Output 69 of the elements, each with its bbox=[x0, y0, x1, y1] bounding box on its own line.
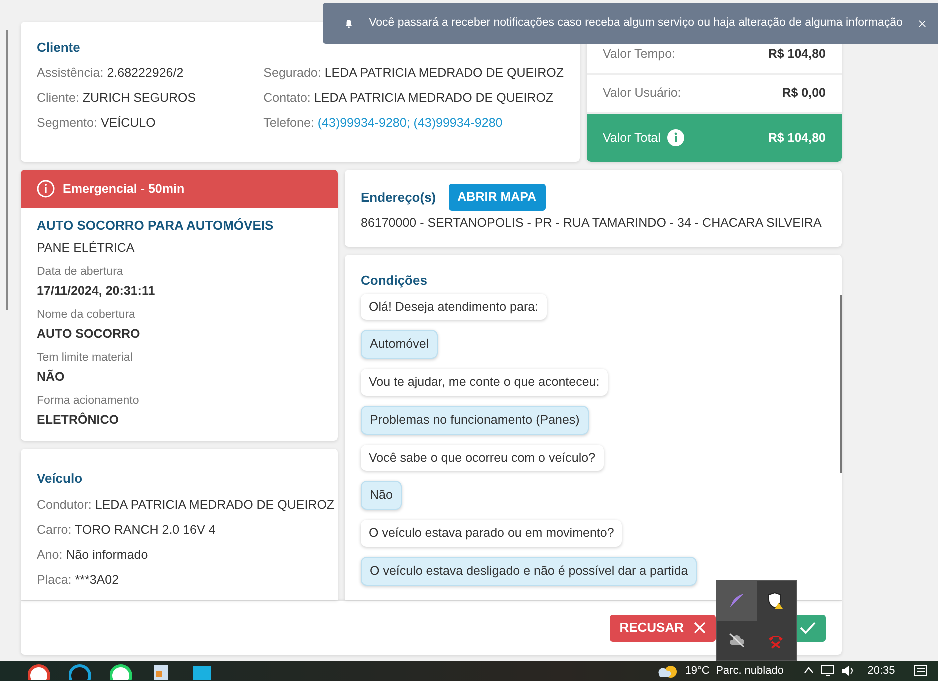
answer-bubble: Não bbox=[361, 481, 402, 510]
detail-value: 17/11/2024, 20:31:11 bbox=[37, 282, 156, 300]
field-value: VEÍCULO bbox=[100, 116, 156, 130]
amount: R$ 104,80 bbox=[768, 46, 826, 64]
section-title: Cliente bbox=[37, 39, 82, 57]
field-label: Placa: bbox=[37, 572, 72, 587]
reject-button[interactable]: RECUSAR bbox=[610, 614, 716, 642]
field-label: Segurado: bbox=[264, 66, 322, 80]
question-bubble: Olá! Deseja atendimento para: bbox=[361, 294, 547, 320]
monitor-icon[interactable] bbox=[820, 665, 835, 677]
field-label: Ano: bbox=[37, 548, 63, 562]
field-value: LEDA PATRICIA MEDRADO DE QUEIROZ bbox=[314, 90, 554, 105]
app-icon[interactable] bbox=[68, 662, 91, 680]
value-label: Valor Tempo: bbox=[603, 46, 676, 64]
field-value: ZURICH SEGUROS bbox=[82, 90, 196, 105]
app-icon[interactable] bbox=[110, 662, 132, 680]
total-amount: R$ 104,80 bbox=[768, 130, 826, 147]
question-bubble: Vou te ajudar, me conte o que aconteceu: bbox=[361, 369, 608, 396]
close-icon bbox=[694, 622, 706, 634]
detail-value: NÃO bbox=[37, 368, 66, 386]
detail-value: ELETRÔNICO bbox=[37, 412, 120, 429]
question-bubble: Você sabe o que ocorreu com o veículo? bbox=[361, 444, 604, 472]
weather-text: Parc. nublado bbox=[716, 664, 784, 679]
field-label: Telefone: bbox=[264, 116, 314, 130]
cloud-off-icon[interactable] bbox=[728, 631, 746, 650]
field-value: ***3A02 bbox=[75, 572, 120, 587]
value-label: Valor Usuário: bbox=[603, 85, 682, 102]
amount: R$ 0,00 bbox=[782, 85, 826, 102]
field-label: Cliente: bbox=[37, 90, 80, 105]
app-icon[interactable] bbox=[28, 662, 50, 680]
detail-label: Tem limite material bbox=[37, 351, 134, 366]
field-value: 2.68222926/2 bbox=[107, 66, 184, 80]
caret-up-icon[interactable] bbox=[802, 665, 815, 675]
field-value: LEDA PATRICIA MEDRADO DE QUEIROZ bbox=[95, 498, 335, 512]
section-title: Endereço(s) bbox=[361, 188, 436, 207]
problem-text: PANE ELÉTRICA bbox=[37, 240, 136, 257]
temperature-text: 19°C bbox=[685, 664, 710, 679]
field-label: Segmento: bbox=[37, 116, 98, 130]
answer-bubble: Problemas no funcionamento (Panes) bbox=[361, 406, 589, 435]
detail-value: AUTO SOCORRO bbox=[37, 326, 142, 343]
notification-text: Você passará a receber notificações caso receba algum serviço ou haja alteração de alguma informação bbox=[369, 16, 903, 31]
section-title: Veículo bbox=[37, 470, 84, 488]
urgency-label: Emergencial - 50min bbox=[63, 180, 185, 198]
info-icon[interactable] bbox=[667, 129, 686, 147]
check-icon bbox=[800, 622, 816, 634]
notifications-icon[interactable] bbox=[914, 665, 928, 677]
phone-link[interactable]: (43)99934-9280; (43)99934-9280 bbox=[318, 116, 503, 130]
total-label: Valor Total bbox=[603, 130, 661, 147]
section-title: Condições bbox=[361, 272, 428, 290]
detail-label: Forma acionamento bbox=[37, 394, 140, 410]
address-text: 86170000 - SERTANOPOLIS - PR - RUA TAMARINDO - 34 - CHACARA SILVEIRA bbox=[361, 214, 823, 232]
speaker-icon[interactable] bbox=[841, 665, 856, 677]
shield-icon[interactable] bbox=[767, 592, 786, 610]
field-value: LEDA PATRICIA MEDRADO DE QUEIROZ bbox=[324, 66, 564, 80]
answer-bubble: O veículo estava desligado e não é possível dar a partida bbox=[361, 556, 698, 586]
field-label: Carro: bbox=[37, 522, 72, 537]
field-value: TORO RANCH 2.0 16V 4 bbox=[74, 522, 216, 537]
open-map-button[interactable]: ABRIR MAPA bbox=[448, 184, 546, 211]
detail-label: Nome da cobertura bbox=[37, 308, 136, 324]
field-label: Contato: bbox=[264, 90, 311, 105]
field-label: Condutor: bbox=[37, 498, 92, 512]
field-label: Assistência: bbox=[37, 66, 104, 80]
detail-label: Data de abertura bbox=[37, 265, 124, 280]
info-icon bbox=[37, 180, 55, 198]
clock-text: 20:35 bbox=[868, 664, 896, 679]
question-bubble: O veículo estava parado ou em movimento? bbox=[361, 520, 622, 547]
answer-bubble: Automóvel bbox=[361, 330, 438, 360]
service-title: AUTO SOCORRO PARA AUTOMÓVEIS bbox=[37, 217, 275, 235]
field-value: Não informado bbox=[66, 548, 148, 562]
